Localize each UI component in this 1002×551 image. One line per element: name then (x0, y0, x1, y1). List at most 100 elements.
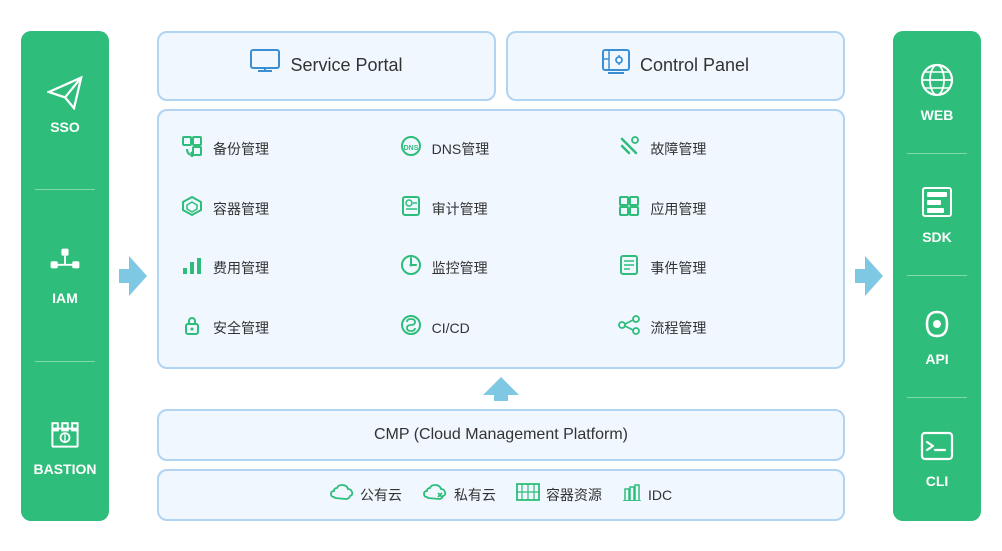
divider-r2 (907, 275, 967, 276)
cost-icon (179, 254, 205, 282)
container-resource-label: 容器资源 (546, 485, 602, 505)
cost-label: 费用管理 (213, 258, 269, 278)
app-label: 应用管理 (650, 199, 706, 219)
sdk-icon (919, 184, 955, 225)
sso-label: SSO (50, 119, 80, 135)
mgmt-item-backup: 备份管理 (175, 123, 390, 177)
cmp-box: CMP (Cloud Management Platform) (157, 409, 845, 461)
service-portal-icon (250, 49, 280, 82)
cicd-icon (398, 314, 424, 342)
security-icon (179, 314, 205, 342)
private-cloud-label: 私有云 (454, 485, 496, 505)
svg-text:DNS: DNS (403, 145, 418, 152)
cicd-label: CI/CD (432, 320, 470, 336)
dns-icon: DNS (398, 135, 424, 163)
up-arrow-body (494, 395, 508, 401)
left-arrow-shape (119, 256, 147, 296)
iam-label: IAM (52, 290, 78, 306)
iam-icon (47, 245, 83, 286)
mgmt-item-workflow: 流程管理 (612, 301, 827, 355)
management-box: 备份管理 DNS DNS管理 (157, 109, 845, 369)
sidebar-item-web: WEB (919, 62, 955, 123)
web-icon (919, 62, 955, 103)
event-label: 事件管理 (650, 258, 706, 278)
mgmt-item-cicd: CI/CD (394, 301, 609, 355)
private-cloud-item: 私有云 (422, 483, 496, 507)
up-arrow-container (157, 377, 845, 401)
audit-icon (398, 195, 424, 223)
left-sidebar: SSO IAM (21, 31, 109, 521)
right-arrow-shape (855, 256, 883, 296)
public-cloud-item: 公有云 (330, 483, 402, 507)
right-sidebar: WEB SDK (893, 31, 981, 521)
private-cloud-icon (422, 483, 448, 507)
workflow-icon (616, 314, 642, 342)
cli-icon (919, 428, 955, 469)
sidebar-item-sso: SSO (47, 74, 83, 135)
dns-label: DNS管理 (432, 139, 490, 159)
top-row: Service Portal Control Panel (157, 31, 845, 101)
divider-2 (35, 361, 95, 362)
sso-icon (47, 74, 83, 115)
cli-label: CLI (926, 473, 949, 489)
mgmt-item-fault: 故障管理 (612, 123, 827, 177)
right-arrow-body (855, 269, 865, 283)
sidebar-item-api: API (919, 306, 955, 367)
mgmt-item-app: 应用管理 (612, 182, 827, 236)
mgmt-item-dns: DNS DNS管理 (394, 123, 609, 177)
container-resource-item: 容器资源 (516, 483, 602, 507)
cmp-label: CMP (Cloud Management Platform) (374, 426, 628, 444)
event-icon (616, 254, 642, 282)
container-icon (179, 195, 205, 223)
divider-r3 (907, 397, 967, 398)
backup-label: 备份管理 (213, 139, 269, 159)
cloud-resources-box: 公有云 私有云 (157, 469, 845, 521)
mgmt-item-container: 容器管理 (175, 182, 390, 236)
fault-icon (616, 135, 642, 163)
control-panel-label: Control Panel (640, 55, 749, 76)
mgmt-item-event: 事件管理 (612, 242, 827, 296)
audit-label: 审计管理 (432, 199, 488, 219)
mgmt-item-cost: 费用管理 (175, 242, 390, 296)
sidebar-item-sdk: SDK (919, 184, 955, 245)
divider-r1 (907, 153, 967, 154)
idc-label: IDC (648, 487, 672, 503)
sdk-label: SDK (922, 229, 952, 245)
bastion-icon (47, 416, 83, 457)
arrow-body (119, 269, 129, 283)
web-label: WEB (921, 107, 954, 123)
divider-1 (35, 189, 95, 190)
main-panels: Service Portal Control Panel (157, 31, 845, 521)
idc-item: IDC (622, 483, 672, 507)
app-icon (616, 195, 642, 223)
right-arrow-head (865, 256, 883, 296)
idc-icon (622, 483, 642, 507)
right-arrow (851, 256, 887, 296)
api-label: API (925, 351, 948, 367)
mgmt-item-audit: 审计管理 (394, 182, 609, 236)
left-arrow (115, 256, 151, 296)
mgmt-item-monitor: 监控管理 (394, 242, 609, 296)
arrow-head (129, 256, 147, 296)
public-cloud-label: 公有云 (360, 485, 402, 505)
bastion-label: BASTION (34, 461, 97, 477)
control-panel-icon (602, 49, 630, 82)
service-portal-box: Service Portal (157, 31, 496, 101)
control-panel-box: Control Panel (506, 31, 845, 101)
diagram-container: SSO IAM (11, 11, 991, 541)
sidebar-item-iam: IAM (47, 245, 83, 306)
monitor-icon (398, 254, 424, 282)
sidebar-item-cli: CLI (919, 428, 955, 489)
fault-label: 故障管理 (650, 139, 706, 159)
container-resource-icon (516, 483, 540, 507)
mgmt-item-security: 安全管理 (175, 301, 390, 355)
service-portal-label: Service Portal (290, 55, 402, 76)
up-arrow (483, 377, 519, 401)
api-icon (919, 306, 955, 347)
up-arrow-head (483, 377, 519, 395)
security-label: 安全管理 (213, 318, 269, 338)
monitor-label: 监控管理 (432, 258, 488, 278)
sidebar-item-bastion: BASTION (34, 416, 97, 477)
backup-icon (179, 135, 205, 163)
public-cloud-icon (330, 483, 354, 507)
